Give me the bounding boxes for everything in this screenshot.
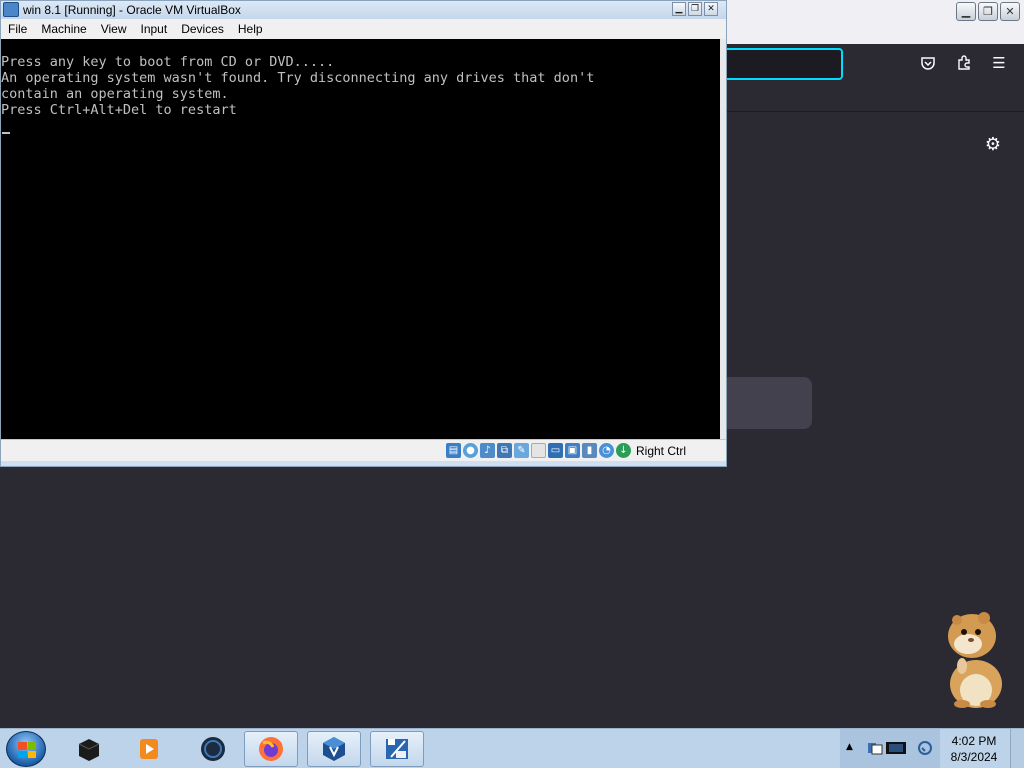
virtualization-icon[interactable]: ▮: [582, 443, 597, 458]
win81-vm-icon: [386, 739, 408, 759]
taskbar-app-firefox[interactable]: [244, 731, 298, 767]
window-title: win 8.1 [Running] - Oracle VM VirtualBox: [23, 3, 241, 17]
firefox-icon: [259, 737, 283, 761]
text-cursor: [2, 132, 10, 134]
volume-icon[interactable]: [916, 739, 934, 757]
hard-disk-icon[interactable]: ▤: [446, 443, 461, 458]
extensions-icon[interactable]: [955, 54, 973, 72]
clock-time: 4:02 PM: [951, 734, 997, 748]
vbox-restore-icon[interactable]: ❐: [688, 2, 702, 16]
network-tray-icon[interactable]: [884, 739, 910, 757]
hamster-image: [948, 612, 1002, 708]
menu-view[interactable]: View: [94, 22, 134, 36]
close-icon[interactable]: ✕: [1000, 2, 1020, 21]
menu-input[interactable]: Input: [134, 22, 175, 36]
console-output: Press any key to boot from CD or DVD....…: [1, 54, 594, 118]
keyboard-icon[interactable]: ↓: [616, 443, 631, 458]
minimize-icon[interactable]: ▁: [956, 2, 976, 21]
media-player-icon: [140, 739, 158, 759]
menu-icon[interactable]: ☰: [990, 54, 1008, 72]
console-line: Press Ctrl+Alt+Del to restart: [1, 102, 237, 118]
display-icon[interactable]: ▭: [548, 443, 563, 458]
vbox-close-icon[interactable]: ✕: [704, 2, 718, 16]
vm-window-icon: [3, 2, 19, 17]
safely-remove-icon[interactable]: [866, 739, 884, 757]
taskbar-app-virtualbox[interactable]: [307, 731, 361, 767]
console-line: contain an operating system.: [1, 86, 229, 102]
windows-logo-icon: [18, 742, 36, 758]
mouse-integration-icon[interactable]: ◔: [599, 443, 614, 458]
menu-devices[interactable]: Devices: [174, 22, 231, 36]
network-icon[interactable]: ⧉: [497, 443, 512, 458]
virtualbox-window: win 8.1 [Running] - Oracle VM VirtualBox…: [0, 0, 727, 467]
clock-date: 8/3/2024: [950, 750, 998, 764]
show-desktop-button[interactable]: [1010, 729, 1024, 768]
taskbar-clock[interactable]: 4:02 PM 8/3/2024: [942, 733, 1006, 765]
optical-drive-icon[interactable]: ●: [463, 443, 478, 458]
restore-icon[interactable]: ❐: [978, 2, 998, 21]
menu-file[interactable]: File: [1, 22, 34, 36]
start-button[interactable]: [6, 731, 46, 767]
host-key-label: Right Ctrl: [636, 443, 687, 458]
address-bar[interactable]: [727, 48, 843, 80]
menu-help[interactable]: Help: [231, 22, 270, 36]
taskbar: ▲ 4:02 PM 8/3/2024: [0, 728, 1024, 768]
black-box-app-icon: [78, 739, 100, 761]
show-hidden-icons-icon[interactable]: ▲: [846, 742, 853, 752]
console-line: Press any key to boot from CD or DVD....…: [1, 54, 335, 70]
vbox-menubar: File Machine View Input Devices Help: [1, 19, 726, 39]
blue-sphere-app-icon: [201, 737, 225, 761]
content-card: [727, 377, 812, 429]
vbox-minimize-icon[interactable]: ▁: [672, 2, 686, 16]
menu-machine[interactable]: Machine: [34, 22, 93, 36]
usb-icon[interactable]: ✎: [514, 443, 529, 458]
taskbar-app-media-player[interactable]: [122, 731, 176, 767]
audio-icon[interactable]: ♪: [480, 443, 495, 458]
gear-icon[interactable]: ⚙: [983, 134, 1003, 155]
vbox-statusbar: ▤ ● ♪ ⧉ ✎ ▭ ▣ ▮ ◔ ↓ Right Ctrl: [1, 439, 726, 461]
shared-folders-icon[interactable]: [531, 443, 546, 458]
taskbar-app-win81-vm[interactable]: [370, 731, 424, 767]
vm-display[interactable]: Press any key to boot from CD or DVD....…: [1, 39, 720, 439]
pocket-icon[interactable]: [919, 54, 937, 72]
console-line: An operating system wasn't found. Try di…: [1, 70, 595, 86]
taskbar-app-black-box[interactable]: [62, 731, 116, 767]
taskbar-app-sphere[interactable]: [186, 731, 240, 767]
vertical-scrollbar[interactable]: [720, 39, 726, 439]
virtualbox-icon: [323, 737, 345, 761]
vbox-titlebar[interactable]: win 8.1 [Running] - Oracle VM VirtualBox…: [1, 1, 726, 19]
video-capture-icon[interactable]: ▣: [565, 443, 580, 458]
